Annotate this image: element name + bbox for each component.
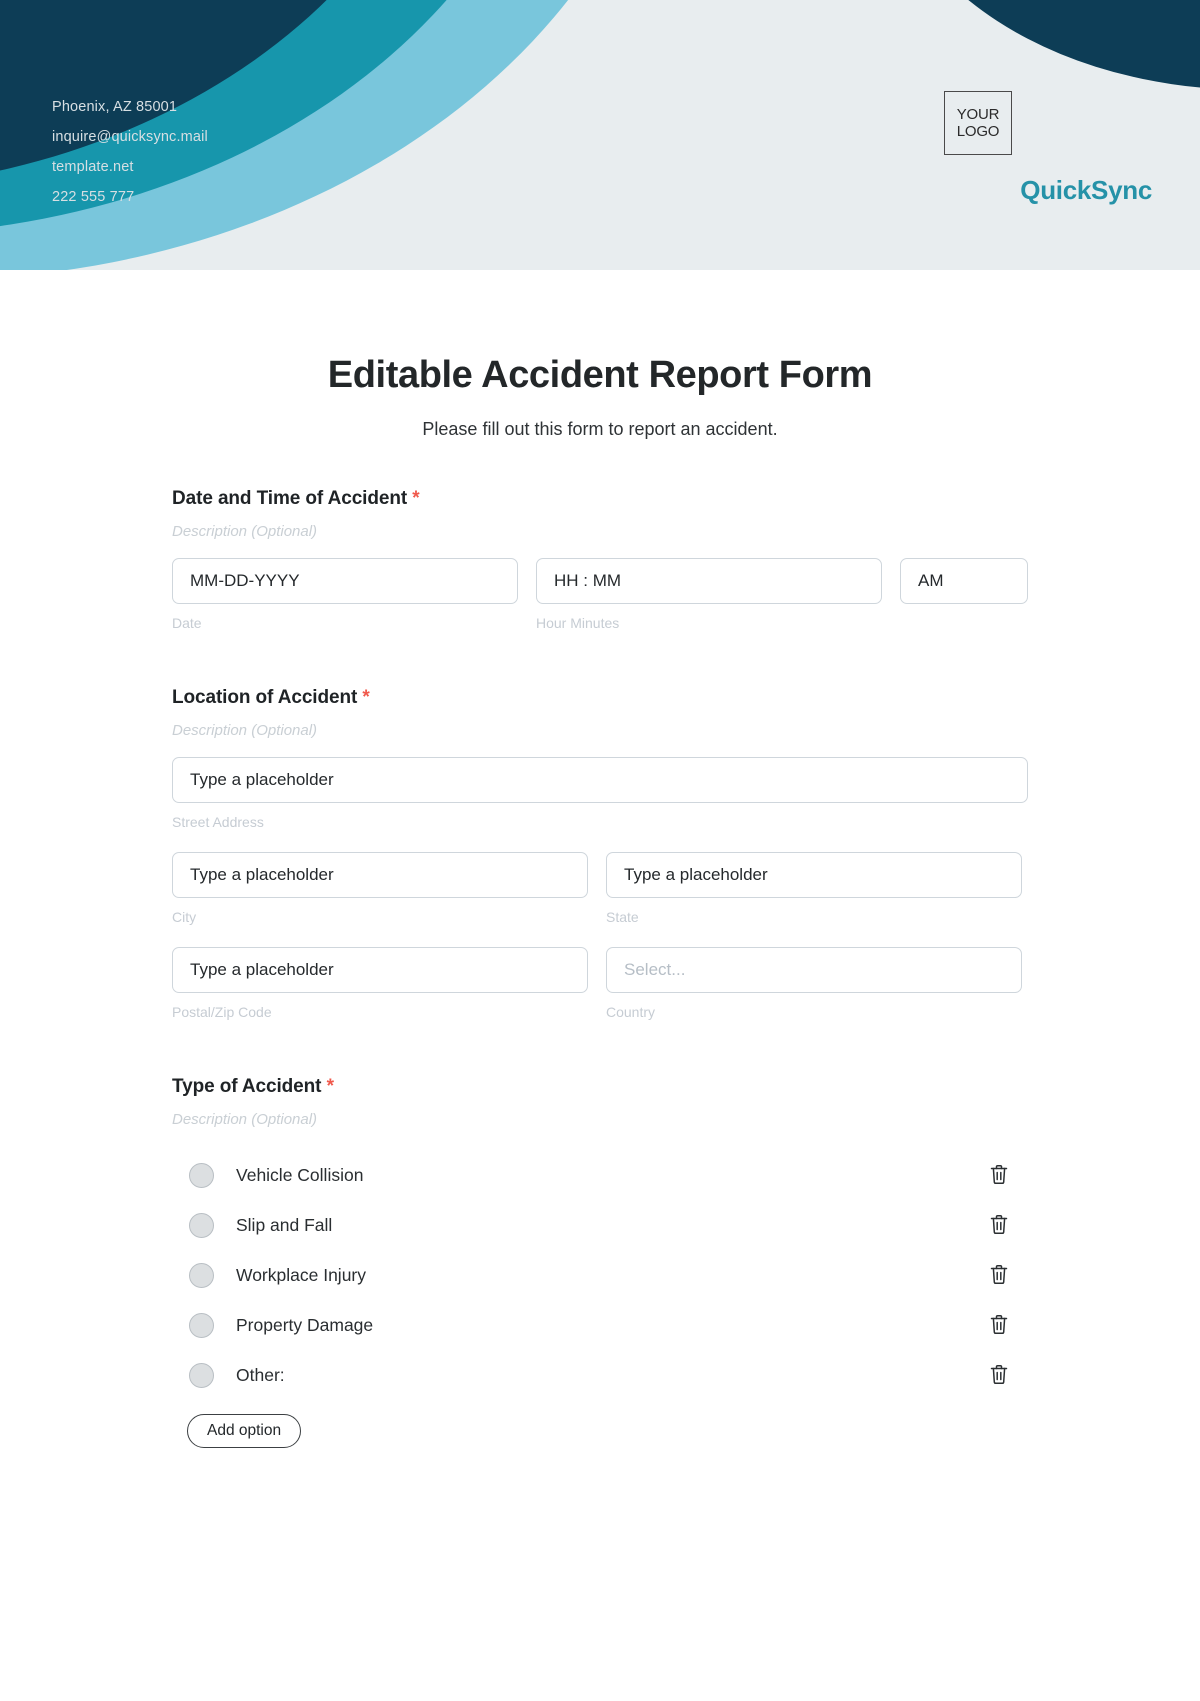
list-item[interactable]: Vehicle Collision bbox=[172, 1150, 1028, 1200]
street-address-placeholder: Type a placeholder bbox=[190, 770, 334, 789]
city-field-group: Type a placeholder City bbox=[172, 852, 588, 925]
option-label: Other: bbox=[236, 1364, 285, 1385]
radio-button-icon[interactable] bbox=[189, 1312, 214, 1338]
postal-field-group: Type a placeholder Postal/Zip Code bbox=[172, 947, 588, 1020]
trash-icon[interactable] bbox=[988, 1313, 1010, 1337]
city-placeholder: Type a placeholder bbox=[190, 865, 334, 884]
country-select[interactable]: Select... bbox=[606, 947, 1022, 993]
date-time-row: MM-DD-YYYY Date HH : MM Hour Minutes AM bbox=[172, 558, 1028, 631]
option-label: Vehicle Collision bbox=[236, 1164, 364, 1185]
country-sublabel: Country bbox=[606, 1004, 656, 1020]
postal-code-input[interactable]: Type a placeholder bbox=[172, 947, 588, 993]
city-input[interactable]: Type a placeholder bbox=[172, 852, 588, 898]
required-asterisk: * bbox=[362, 687, 370, 708]
street-row: Type a placeholder Street Address bbox=[172, 757, 1028, 830]
section-description-location: Description (Optional) bbox=[172, 722, 318, 739]
page-header: Phoenix, AZ 85001 inquire@quicksync.mail… bbox=[0, 0, 1200, 292]
state-input[interactable]: Type a placeholder bbox=[606, 852, 1022, 898]
option-label: Property Damage bbox=[236, 1314, 374, 1335]
accident-type-option-list: Vehicle Collision Slip and Fall Workplac… bbox=[172, 1150, 1028, 1400]
postal-country-row: Type a placeholder Postal/Zip Code Selec… bbox=[172, 947, 1028, 1020]
postal-code-placeholder: Type a placeholder bbox=[190, 960, 334, 979]
required-asterisk: * bbox=[412, 488, 420, 509]
date-input-placeholder: MM-DD-YYYY bbox=[190, 571, 300, 590]
time-input[interactable]: HH : MM bbox=[536, 558, 882, 604]
logo-text-line-2: LOGO bbox=[956, 123, 1000, 140]
street-field-group: Type a placeholder Street Address bbox=[172, 757, 1028, 830]
meridiem-value: AM bbox=[918, 571, 944, 590]
trash-icon[interactable] bbox=[988, 1363, 1010, 1387]
time-sublabel: Hour Minutes bbox=[536, 615, 620, 631]
option-label: Workplace Injury bbox=[236, 1264, 367, 1285]
accident-report-form: Date and Time of Accident * Description … bbox=[172, 440, 1028, 1448]
city-state-row: Type a placeholder City Type a placehold… bbox=[172, 852, 1028, 925]
section-accident-type: Type of Accident * Description (Optional… bbox=[172, 1076, 1028, 1448]
header-bottom-stripe bbox=[0, 270, 1200, 292]
required-asterisk: * bbox=[326, 1076, 334, 1097]
date-sublabel: Date bbox=[172, 615, 202, 631]
contact-info: Phoenix, AZ 85001 inquire@quicksync.mail… bbox=[52, 92, 208, 212]
meridiem-select[interactable]: AM bbox=[900, 558, 1028, 604]
section-title-location-text: Location of Accident bbox=[172, 687, 358, 708]
add-option-button[interactable]: Add option bbox=[187, 1414, 302, 1448]
trash-icon[interactable] bbox=[988, 1213, 1010, 1237]
street-address-sublabel: Street Address bbox=[172, 814, 264, 830]
contact-website: template.net bbox=[52, 159, 134, 175]
contact-email: inquire@quicksync.mail bbox=[52, 129, 208, 145]
trash-icon[interactable] bbox=[988, 1163, 1010, 1187]
page-subtitle: Please fill out this form to report an a… bbox=[422, 419, 778, 439]
brand-name: QuickSync bbox=[1020, 175, 1152, 205]
list-item[interactable]: Slip and Fall bbox=[172, 1200, 1028, 1250]
page-title: Editable Accident Report Form bbox=[327, 354, 873, 396]
radio-button-icon[interactable] bbox=[189, 1162, 214, 1188]
section-title-accident-type-text: Type of Accident bbox=[172, 1076, 322, 1097]
country-placeholder: Select... bbox=[624, 960, 686, 979]
trash-icon[interactable] bbox=[988, 1263, 1010, 1287]
country-field-group: Select... Country bbox=[606, 947, 1022, 1020]
list-item[interactable]: Property Damage bbox=[172, 1300, 1028, 1350]
section-title-date-time-text: Date and Time of Accident bbox=[172, 488, 408, 509]
section-description-date-time: Description (Optional) bbox=[172, 523, 318, 540]
logo-text-line-1: YOUR bbox=[956, 106, 1000, 123]
radio-button-icon[interactable] bbox=[189, 1362, 214, 1388]
contact-phone: 222 555 777 bbox=[52, 189, 135, 205]
date-input[interactable]: MM-DD-YYYY bbox=[172, 558, 518, 604]
date-field-group: MM-DD-YYYY Date bbox=[172, 558, 518, 631]
time-field-group: HH : MM Hour Minutes bbox=[536, 558, 882, 631]
radio-button-icon[interactable] bbox=[189, 1262, 214, 1288]
postal-code-sublabel: Postal/Zip Code bbox=[172, 1004, 272, 1020]
section-description-accident-type: Description (Optional) bbox=[172, 1111, 318, 1128]
section-title-accident-type: Type of Accident * bbox=[172, 1076, 1028, 1098]
time-input-placeholder: HH : MM bbox=[554, 571, 622, 590]
list-item[interactable]: Workplace Injury bbox=[172, 1250, 1028, 1300]
section-title-location: Location of Accident * bbox=[172, 687, 1028, 709]
radio-button-icon[interactable] bbox=[189, 1212, 214, 1238]
contact-address: Phoenix, AZ 85001 bbox=[52, 99, 178, 115]
section-location: Location of Accident * Description (Opti… bbox=[172, 687, 1028, 1020]
state-sublabel: State bbox=[606, 909, 639, 925]
street-address-input[interactable]: Type a placeholder bbox=[172, 757, 1028, 803]
meridiem-field-group: AM bbox=[900, 558, 1028, 631]
option-label: Slip and Fall bbox=[236, 1214, 333, 1235]
page-root: Phoenix, AZ 85001 inquire@quicksync.mail… bbox=[0, 0, 1200, 1701]
state-placeholder: Type a placeholder bbox=[624, 865, 768, 884]
logo-placeholder-box: YOUR LOGO bbox=[944, 91, 1012, 155]
state-field-group: Type a placeholder State bbox=[606, 852, 1022, 925]
section-title-date-time: Date and Time of Accident * bbox=[172, 488, 1028, 510]
section-date-time: Date and Time of Accident * Description … bbox=[172, 488, 1028, 631]
list-item[interactable]: Other: bbox=[172, 1350, 1028, 1400]
city-sublabel: City bbox=[172, 909, 197, 925]
